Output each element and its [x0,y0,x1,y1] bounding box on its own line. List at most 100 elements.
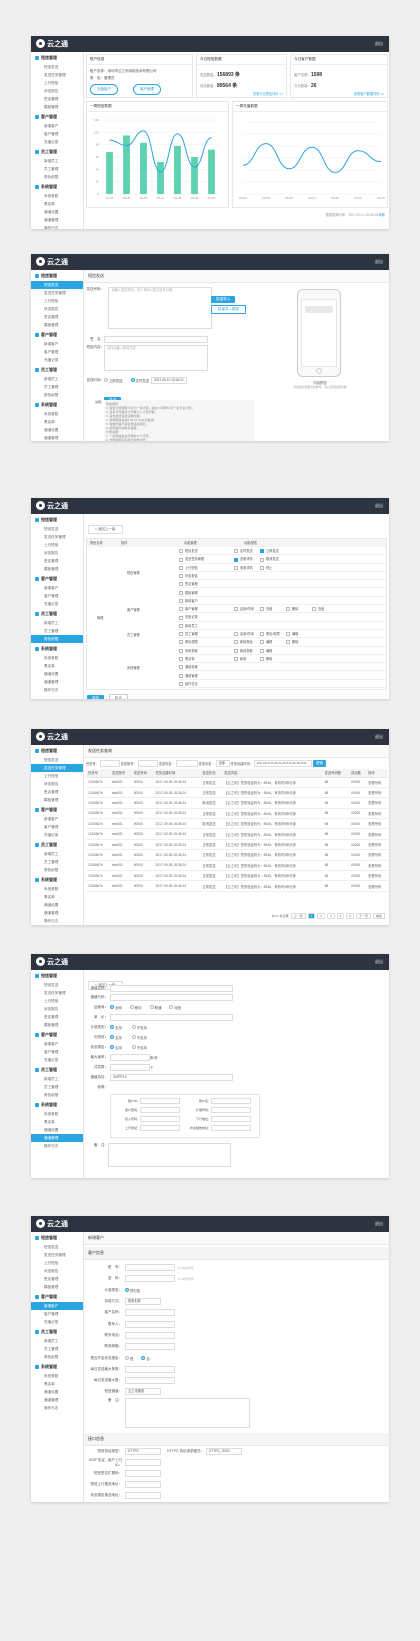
today-sms-more-link[interactable]: 查看今日短信详情 >> [200,90,283,98]
sidebar-item[interactable]: 上行短信 [31,79,83,87]
exit-link[interactable]: 退出 [375,959,383,965]
sidebar-item[interactable]: 操作日志 [31,686,83,694]
view-numbers-link[interactable]: 查看号码 [366,860,388,872]
sidebar-group-3[interactable]: 系统管理 [31,874,83,885]
sidebar-item[interactable]: 上行短信 [31,772,83,780]
operator-radio[interactable] [110,1005,114,1009]
remark-input[interactable] [108,1143,231,1167]
bar[interactable] [140,142,147,194]
perm-checkbox[interactable] [260,607,264,612]
sidebar-item[interactable]: 通道管理 [31,434,83,441]
perm-checkbox[interactable] [286,632,290,637]
sidebar-item[interactable]: 通道设置 [31,208,83,216]
field-input[interactable] [125,1331,175,1339]
perm-checkbox[interactable] [234,549,238,554]
page-button[interactable]: 2 [317,913,325,919]
sidebar-item[interactable]: 模板管理 [31,1021,83,1029]
sidebar-item[interactable]: 系统参数 [31,192,83,200]
view-numbers-link[interactable]: 查看号码 [366,870,388,882]
perm-checkbox[interactable] [260,648,264,653]
sidebar-item[interactable]: 操作日志 [31,1404,83,1412]
sidebar-item[interactable]: 角色权限 [31,173,83,181]
sidebar-item[interactable]: 发送任务管理 [31,1251,83,1259]
time-input[interactable]: 2017-09-10 15:26:21 [151,376,188,384]
module-checkbox[interactable] [179,574,183,579]
exit-link[interactable]: 退出 [375,734,383,740]
module-checkbox[interactable] [179,549,183,554]
sidebar-item[interactable]: 模板管理 [31,565,83,573]
view-numbers-link[interactable]: 查看号码 [366,849,388,861]
perm-checkbox[interactable] [260,657,264,662]
sidebar-item[interactable]: 新增客户 [31,815,83,823]
sidebar-group-2[interactable]: 员工管理 [31,839,83,850]
view-numbers-link[interactable]: 查看号码 [366,839,388,851]
sidebar-group-1[interactable]: 客户管理 [31,329,83,340]
sidebar-item[interactable]: 充值记录 [31,1318,83,1326]
field-input[interactable] [125,1309,175,1317]
perm-checkbox[interactable] [312,607,316,612]
sign-input[interactable] [104,335,208,343]
param-input[interactable] [140,1098,180,1104]
page-button[interactable]: 4 [336,913,345,919]
sidebar-group-2[interactable]: 员工管理 [31,1326,83,1337]
bar[interactable] [208,149,215,194]
yes-radio[interactable] [110,1045,114,1049]
sidebar-item[interactable]: 新增员工 [31,850,83,858]
sidebar-item[interactable]: 角色权限 [31,866,83,874]
sidebar-item[interactable]: 角色权限 [31,635,83,643]
field-input[interactable] [125,1365,175,1373]
sidebar-group-1[interactable]: 客户管理 [31,804,83,815]
field-input[interactable] [125,1320,175,1328]
sidebar-item[interactable]: 上行短信 [31,297,83,305]
view-numbers-link[interactable]: 查看号码 [366,828,388,840]
sidebar-item[interactable]: 角色权限 [31,1353,83,1361]
sidebar-item[interactable]: 系统参数 [31,1372,83,1380]
sidebar-group-1[interactable]: 客户管理 [31,1291,83,1302]
sidebar-group-0[interactable]: 短信管理 [31,270,83,281]
sidebar-item[interactable]: 新增客户 [31,122,83,130]
content-filter-input[interactable] [175,760,198,767]
sidebar-group-3[interactable]: 系统管理 [31,1361,83,1372]
cancel-button[interactable]: 取消 [108,694,128,699]
perm-checkbox[interactable] [286,607,290,612]
param-input[interactable] [140,1116,180,1122]
bar[interactable] [123,135,130,194]
sidebar-item[interactable]: 员工管理 [31,383,83,391]
sidebar-item[interactable]: 充值记录 [31,600,83,608]
sidebar-group-0[interactable]: 短信管理 [31,52,83,63]
sidebar-item[interactable]: 模板管理 [31,321,83,329]
bar[interactable] [174,145,181,194]
sidebar-group-3[interactable]: 系统管理 [31,643,83,654]
sidebar-item[interactable]: 发送任务管理 [31,289,83,297]
module-checkbox[interactable] [179,557,183,562]
sidebar-item[interactable]: 上行短信 [31,1259,83,1267]
protocol-select[interactable]: CMPP3.0 [110,1073,233,1081]
page-button[interactable]: 5 [346,913,354,919]
sidebar-item[interactable]: 员工管理 [31,858,83,866]
bar[interactable] [157,161,164,194]
sidebar-group-0[interactable]: 短信管理 [31,514,83,525]
api-input[interactable] [125,1481,161,1488]
sidebar-item[interactable]: 签名管理 [31,788,83,796]
field-input[interactable] [110,1063,150,1071]
sidebar-item[interactable]: 状态报告 [31,87,83,95]
sidebar-item[interactable]: 黑名单 [31,662,83,670]
sidebar-item[interactable]: 新增员工 [31,157,83,165]
sidebar-group-3[interactable]: 系统管理 [31,181,83,192]
perm-checkbox[interactable] [260,565,264,570]
sidebar-item[interactable]: 签名管理 [31,313,83,321]
sidebar-item[interactable]: 模板管理 [31,796,83,804]
param-input[interactable] [211,1107,251,1113]
sidebar-item[interactable]: 操作日志 [31,224,83,229]
sidebar-item[interactable]: 模板管理 [31,103,83,111]
param-input[interactable] [140,1125,180,1131]
recharge-button[interactable]: 充值客户 [90,84,118,95]
field-input[interactable] [110,985,233,992]
save-button[interactable]: 保存 [87,695,105,699]
module-checkbox[interactable] [179,582,183,587]
sidebar-item[interactable]: 签名管理 [31,557,83,565]
sidebar-item[interactable]: 通道管理 [31,909,83,917]
page-button[interactable]: 上一页 [290,913,306,919]
module-checkbox[interactable] [179,565,183,570]
send-timed-radio[interactable] [130,378,135,382]
